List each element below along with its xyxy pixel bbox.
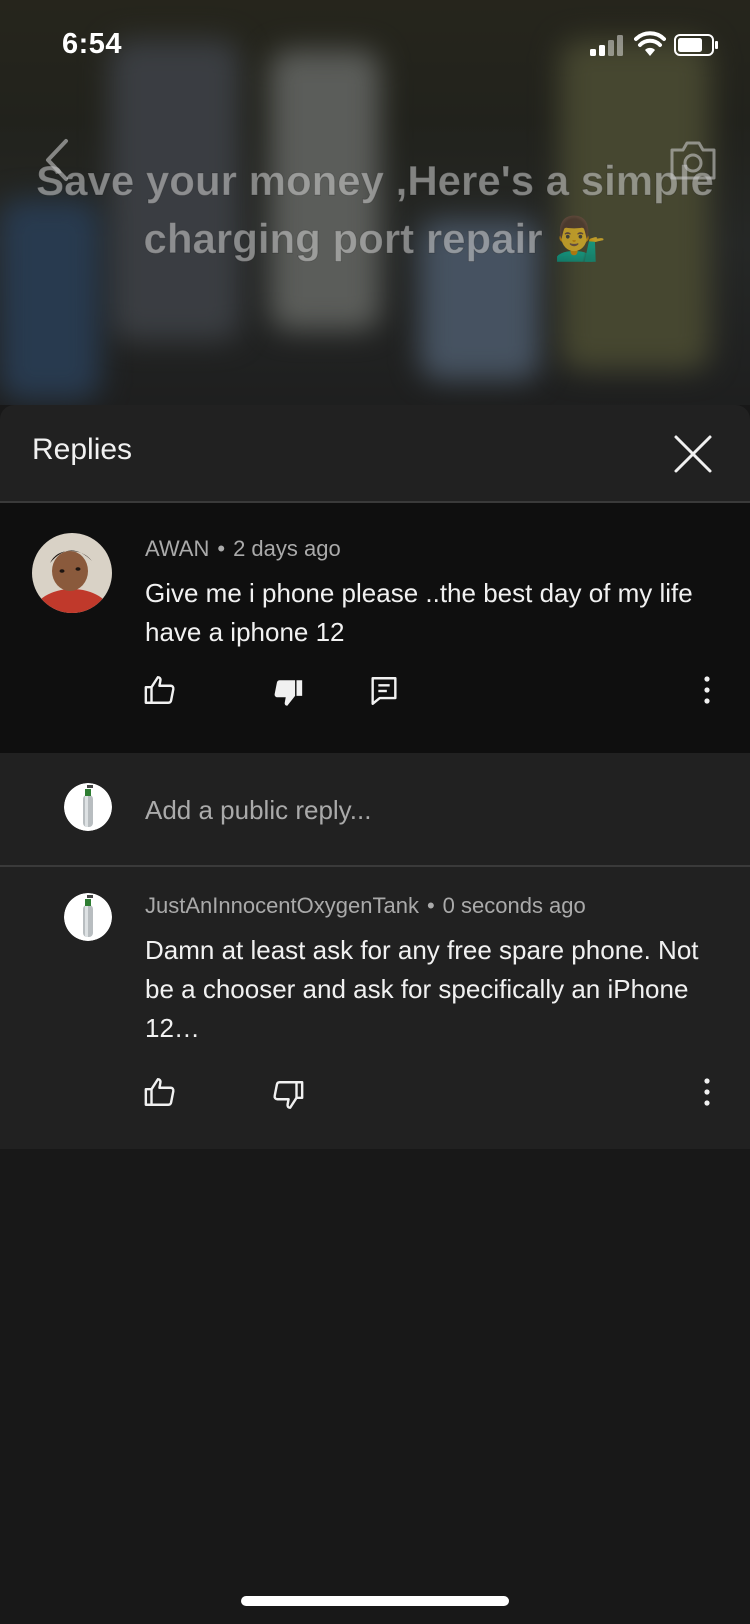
meta-separator: •	[426, 893, 435, 918]
close-button[interactable]	[672, 433, 714, 475]
video-player[interactable]: Save your money ,Here's a simple chargin…	[0, 0, 750, 405]
camera-button[interactable]	[668, 138, 718, 182]
video-title: Save your money ,Here's a simple chargin…	[0, 152, 750, 268]
cellular-signal-icon	[590, 34, 626, 56]
replies-title: Replies	[32, 433, 133, 466]
comment-author[interactable]: JustAnInnocentOxygenTank	[145, 893, 419, 918]
video-title-line-2: charging port repair 💁‍♂️	[143, 215, 607, 263]
reply-comment: JustAnInnocentOxygenTank • 0 seconds ago D…	[0, 867, 750, 1149]
comment-author[interactable]: AWAN	[145, 536, 209, 561]
status-time: 6:54	[62, 28, 123, 60]
comment-time: 0 seconds ago	[442, 893, 586, 918]
meta-separator: •	[217, 536, 226, 561]
reply-input-row[interactable]: Add a public reply...	[0, 753, 750, 867]
avatar[interactable]	[64, 893, 112, 941]
back-button[interactable]	[38, 135, 78, 185]
like-button[interactable]	[143, 1075, 177, 1109]
reply-icon	[371, 677, 397, 705]
parent-comment: AWAN • 2 days ago Give me i phone please .…	[0, 503, 750, 753]
like-button[interactable]	[143, 673, 177, 707]
comment-text: Damn at least ask for any free spare pho…	[145, 935, 699, 1043]
thumbs-down-icon	[273, 1081, 304, 1109]
more-vertical-icon	[704, 676, 710, 704]
replies-panel: Replies AWAN • 2 days ago Give me i phon…	[0, 405, 750, 1624]
comment-meta: AWAN • 2 days ago	[145, 536, 341, 562]
home-indicator[interactable]	[241, 1596, 509, 1606]
camera-icon	[670, 141, 716, 180]
video-title-line-1: Save your money ,Here's a simple	[36, 157, 715, 205]
screen: Save your money ,Here's a simple chargin…	[0, 0, 750, 1624]
dislike-button[interactable]	[271, 1078, 305, 1112]
thumbs-up-icon	[144, 676, 175, 704]
more-button[interactable]	[697, 1075, 717, 1109]
chevron-left-icon	[46, 139, 68, 181]
comment-time: 2 days ago	[233, 536, 341, 561]
dislike-button[interactable]	[271, 676, 305, 710]
replies-header: Replies	[0, 405, 750, 503]
thumbs-down-filled-icon	[274, 680, 303, 706]
current-user-avatar	[64, 783, 112, 831]
thumbs-up-icon	[144, 1078, 175, 1106]
wifi-icon	[634, 30, 666, 58]
more-vertical-icon	[704, 1078, 710, 1106]
comment-text: Give me i phone please ..the best day of…	[145, 578, 693, 647]
comment-meta: JustAnInnocentOxygenTank • 0 seconds ago	[145, 893, 586, 919]
avatar[interactable]	[32, 533, 112, 613]
status-bar: 6:54	[0, 0, 750, 90]
more-button[interactable]	[697, 673, 717, 707]
reply-input[interactable]: Add a public reply...	[145, 795, 371, 826]
reply-button[interactable]	[367, 674, 401, 708]
battery-icon	[674, 33, 718, 57]
close-icon	[674, 435, 712, 473]
